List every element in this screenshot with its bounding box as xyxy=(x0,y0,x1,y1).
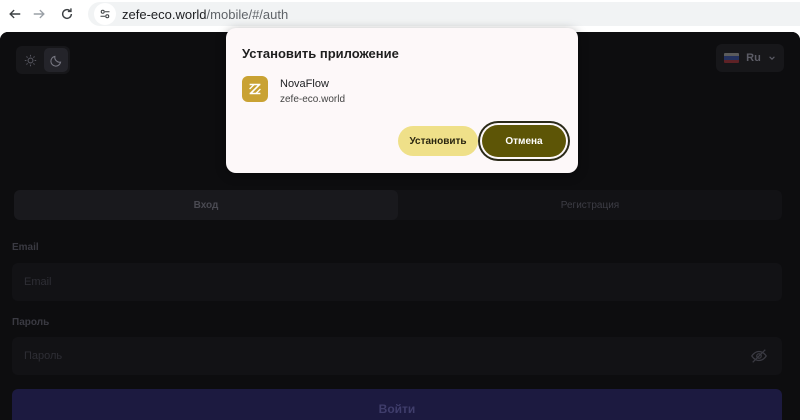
install-button[interactable]: Установить xyxy=(398,126,478,156)
theme-toggle[interactable] xyxy=(16,46,70,74)
arrow-right-icon xyxy=(33,9,45,19)
light-theme-button[interactable] xyxy=(18,48,42,72)
back-button[interactable] xyxy=(4,3,26,25)
app-domain: zefe-eco.world xyxy=(280,94,346,105)
email-placeholder: Email xyxy=(24,276,52,288)
auth-tabs: Вход Регистрация xyxy=(14,190,782,220)
eye-off-icon[interactable] xyxy=(750,347,768,365)
browser-toolbar: zefe-eco.world/mobile/#/auth xyxy=(0,0,800,28)
url-path: /mobile/#/auth xyxy=(206,6,289,22)
url-host: zefe-eco.world xyxy=(122,6,207,22)
language-label: Ru xyxy=(746,52,761,64)
moon-icon xyxy=(49,55,61,67)
email-field[interactable]: Email xyxy=(12,263,782,301)
language-selector[interactable]: Ru xyxy=(716,44,784,72)
email-label: Email xyxy=(12,242,39,253)
forward-button[interactable] xyxy=(28,3,50,25)
dark-theme-button[interactable] xyxy=(44,48,68,72)
address-bar[interactable]: zefe-eco.world/mobile/#/auth xyxy=(88,2,800,26)
reload-button[interactable] xyxy=(56,3,78,25)
dialog-title: Установить приложение xyxy=(242,46,399,61)
password-placeholder: Пароль xyxy=(24,350,63,362)
login-button[interactable]: Войти xyxy=(12,389,782,420)
password-label: Пароль xyxy=(12,317,50,328)
tab-register[interactable]: Регистрация xyxy=(398,190,782,220)
sun-icon xyxy=(24,54,36,66)
russia-flag-icon xyxy=(724,53,740,63)
site-info-button[interactable] xyxy=(94,3,116,25)
arrow-left-icon xyxy=(9,9,21,19)
reload-icon xyxy=(61,8,73,20)
app-logo-icon xyxy=(242,76,268,102)
app-name: NovaFlow xyxy=(280,78,329,90)
tab-login[interactable]: Вход xyxy=(14,190,398,220)
password-field[interactable]: Пароль xyxy=(12,337,782,375)
install-app-dialog: Установить приложение NovaFlow zefe-eco.… xyxy=(226,28,578,173)
chevron-down-icon xyxy=(769,56,775,60)
cancel-button[interactable]: Отмена xyxy=(482,125,566,157)
tune-icon xyxy=(100,9,110,19)
